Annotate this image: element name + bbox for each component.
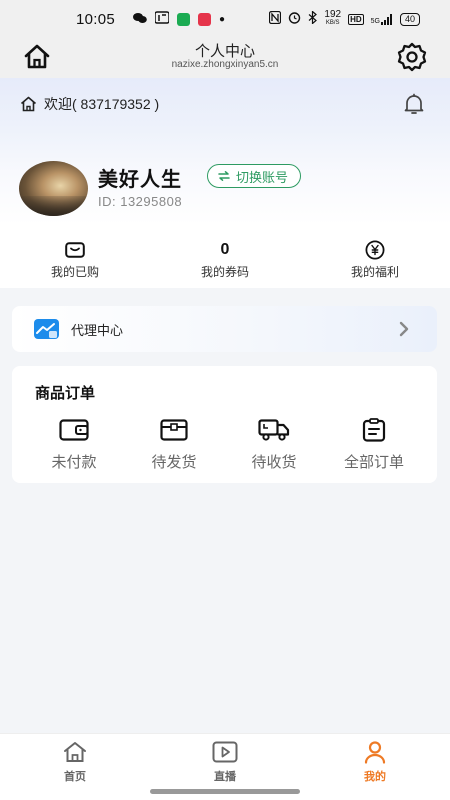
tab-label: 首页 — [64, 771, 86, 783]
profile-section: 欢迎( 837179352 ) 美好人生 切换账号 ID: 13295808 我… — [0, 78, 450, 288]
page-url: nazixe.zhongxinyan5.cn — [171, 59, 279, 70]
username: 美好人生 — [98, 169, 182, 191]
stat-label: 我的已购 — [50, 265, 99, 279]
yen-icon — [365, 240, 385, 260]
agent-center-label: 代理中心 — [71, 322, 124, 338]
play-icon — [212, 741, 238, 763]
tab-label: 我的 — [364, 771, 386, 783]
box-icon — [160, 419, 188, 441]
status-bar: 10:05 ● 192 KB/S HD 5G 40 — [0, 0, 450, 38]
tab-label: 直播 — [214, 771, 236, 783]
switch-account-button[interactable]: 切换账号 — [207, 164, 302, 188]
order-to-receive[interactable]: 待收货 — [224, 417, 324, 472]
orders-card: 商品订单 未付款 待发货 待收货 全部订单 — [12, 366, 437, 483]
app-red-icon — [198, 12, 212, 26]
notification-button[interactable] — [402, 92, 426, 116]
tab-home[interactable]: 首页 — [0, 734, 150, 800]
stat-label: 我的券码 — [200, 265, 249, 279]
order-all[interactable]: 全部订单 — [324, 417, 424, 472]
home-indicator[interactable] — [150, 789, 300, 794]
signal-icon: 5G — [371, 13, 393, 25]
orders-title: 商品订单 — [35, 385, 96, 402]
settings-button[interactable] — [396, 41, 428, 73]
stat-welfare[interactable]: 我的福利 — [300, 240, 450, 280]
app-green-icon — [177, 12, 191, 26]
welcome-text: 欢迎( 837179352 ) — [44, 96, 160, 112]
stat-count: 0 — [220, 241, 230, 258]
order-label: 待发货 — [151, 454, 197, 471]
order-label: 未付款 — [51, 454, 97, 471]
order-label: 全部订单 — [343, 454, 404, 471]
net-speed: 192 KB/S — [324, 9, 342, 27]
wechat-icon — [133, 11, 147, 27]
swap-icon — [218, 171, 230, 181]
taobao-icon — [154, 11, 170, 27]
agent-chart-icon — [34, 319, 59, 339]
stats-row: 我的已购 0 我的券码 我的福利 — [0, 240, 450, 280]
wallet-icon — [65, 242, 85, 258]
order-label: 待收货 — [251, 454, 297, 471]
bell-icon — [404, 93, 424, 114]
status-time: 10:05 — [76, 10, 116, 28]
tab-mine[interactable]: 我的 — [300, 734, 450, 800]
alarm-icon — [288, 11, 301, 27]
order-to-ship[interactable]: 待发货 — [124, 417, 224, 472]
stat-purchased[interactable]: 我的已购 — [0, 240, 150, 280]
status-icons: 192 KB/S HD 5G 40 — [269, 10, 420, 28]
stat-coupons[interactable]: 0 我的券码 — [150, 240, 300, 280]
stat-label: 我的福利 — [350, 265, 399, 279]
gear-icon — [397, 42, 427, 72]
bluetooth-icon — [308, 10, 318, 27]
chevron-right-icon — [399, 321, 409, 337]
user-id: ID: 13295808 — [98, 194, 183, 209]
header: 个人中心 nazixe.zhongxinyan5.cn — [0, 38, 450, 78]
wallet-icon — [59, 419, 89, 441]
house-icon — [20, 96, 37, 112]
order-unpaid[interactable]: 未付款 — [24, 417, 124, 472]
home-icon — [64, 742, 86, 762]
truck-icon — [258, 419, 290, 441]
welcome-row: 欢迎( 837179352 ) — [20, 94, 159, 114]
order-status-row: 未付款 待发货 待收货 全部订单 — [24, 417, 424, 472]
dot-icon: ● — [219, 13, 226, 25]
battery-icon: 40 — [399, 12, 420, 26]
user-icon — [364, 741, 386, 764]
agent-center-row[interactable]: 代理中心 — [12, 306, 437, 352]
nfc-icon — [269, 10, 282, 27]
switch-account-label: 切换账号 — [236, 169, 289, 185]
clipboard-icon — [362, 418, 386, 442]
hd-badge: HD — [348, 13, 364, 25]
avatar[interactable] — [19, 161, 88, 216]
page-title: 个人中心 — [194, 43, 255, 60]
